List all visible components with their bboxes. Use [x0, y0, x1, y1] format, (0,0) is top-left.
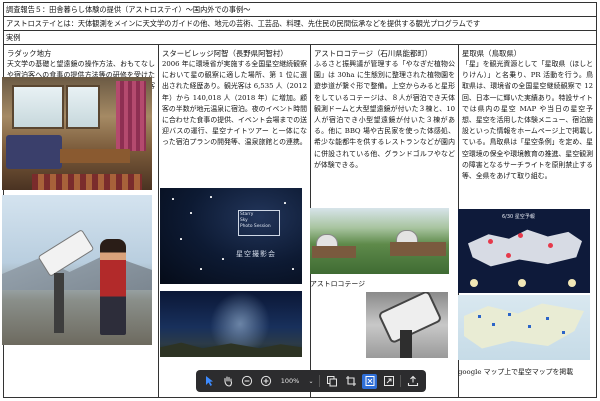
column-title: アストロコテージ（石川県能都町）: [314, 49, 433, 58]
select-tool-button[interactable]: [201, 374, 216, 389]
report-title: 調査報告５：田舎暮らし体験の提供（アストロステイ）〜国内外での事例〜: [4, 3, 596, 17]
column-text: 「星」を観光資源として「星取県（ほしとりけん）」と名乗り、PR 活動を行う。鳥取…: [462, 60, 593, 181]
starry-photo-session-poster: Starry Sky Photo Session 星空撮影会: [160, 188, 302, 284]
chevron-down-icon[interactable]: ⌄: [307, 374, 315, 389]
zoom-level-select[interactable]: 100%: [277, 377, 303, 385]
ladakh-telescope-photo: [2, 195, 152, 345]
pan-tool-button[interactable]: [220, 374, 235, 389]
star-forecast-map-poster: 6/30 星空予報: [458, 209, 590, 293]
night-sky-village-photo: [160, 291, 302, 357]
crop-icon[interactable]: [343, 374, 358, 389]
column-title: ラダック地方: [7, 49, 52, 58]
zoom-in-button[interactable]: [258, 374, 273, 389]
column-text: 2006 年に環境省が実施する全国星空継続観察において星の観察に適した場所、第 …: [162, 60, 307, 147]
viewer-toolbar: 100% ⌄: [196, 370, 426, 392]
fullscreen-icon[interactable]: [381, 374, 396, 389]
observatory-domes-photo: [310, 208, 449, 274]
column-title: 星取県（鳥取県）: [462, 49, 522, 58]
poster-japanese-title: 星空撮影会: [236, 250, 276, 258]
column-title: スタービレッジ阿智（長野県阿智村）: [162, 49, 288, 58]
star-forecast-title: 6/30 星空予報: [502, 214, 535, 220]
google-map-screenshot: [458, 295, 590, 360]
google-map-caption: google マップ上で星空マップを掲載: [458, 368, 574, 376]
ladakh-room-photo: [2, 77, 152, 190]
astrostay-definition: アストロステイとは：天体観測をメインに天文学のガイドの他、地元の芸術、工芸品、料…: [4, 17, 596, 31]
export-icon[interactable]: [405, 374, 420, 389]
fit-page-icon[interactable]: [362, 373, 377, 389]
column-text: ふるさと振興議が管理する「やなぎだ植物公園」は 30ha に生態別に整理された植…: [314, 60, 455, 169]
poster-line-3: Photo Session: [240, 224, 271, 229]
telescope-closeup-photo: [366, 292, 448, 358]
astro-cottage-caption: アストロコテージ: [310, 280, 365, 288]
examples-heading: 実例: [4, 31, 596, 45]
zoom-out-button[interactable]: [239, 374, 254, 389]
copy-page-icon[interactable]: [324, 374, 339, 389]
